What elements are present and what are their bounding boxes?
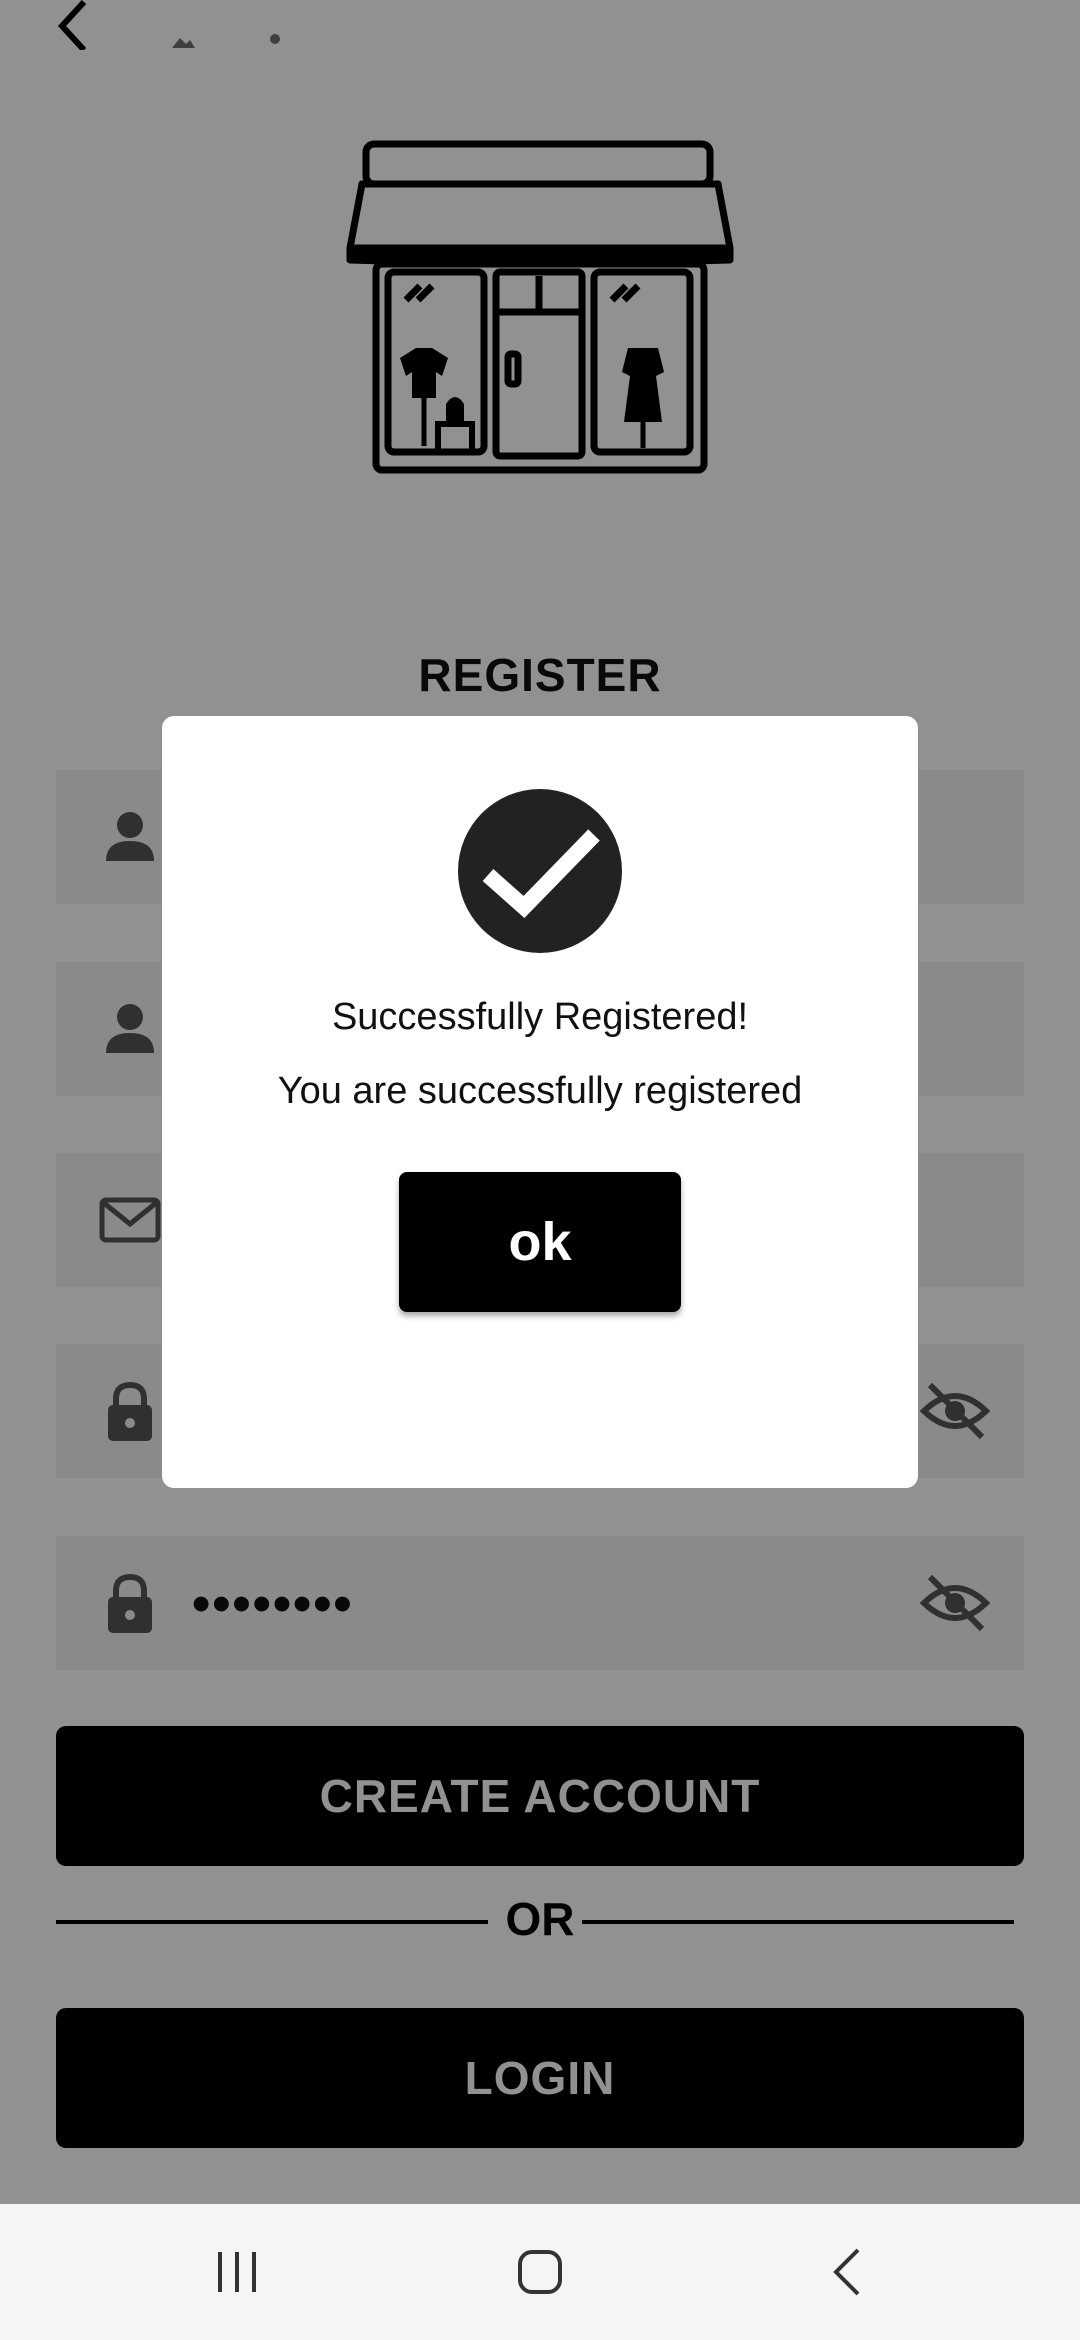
- recent-apps-icon[interactable]: [212, 2248, 262, 2296]
- dialog-message: You are successfully registered: [277, 1070, 803, 1112]
- check-circle-icon: [458, 789, 622, 953]
- dialog-title: Successfully Registered!: [331, 996, 749, 1038]
- navigation-bar: [0, 2204, 1080, 2340]
- ok-button[interactable]: ok: [399, 1172, 681, 1312]
- home-icon[interactable]: [516, 2248, 564, 2296]
- success-dialog: Successfully Registered! You are success…: [162, 716, 918, 1488]
- back-icon[interactable]: [826, 2246, 866, 2298]
